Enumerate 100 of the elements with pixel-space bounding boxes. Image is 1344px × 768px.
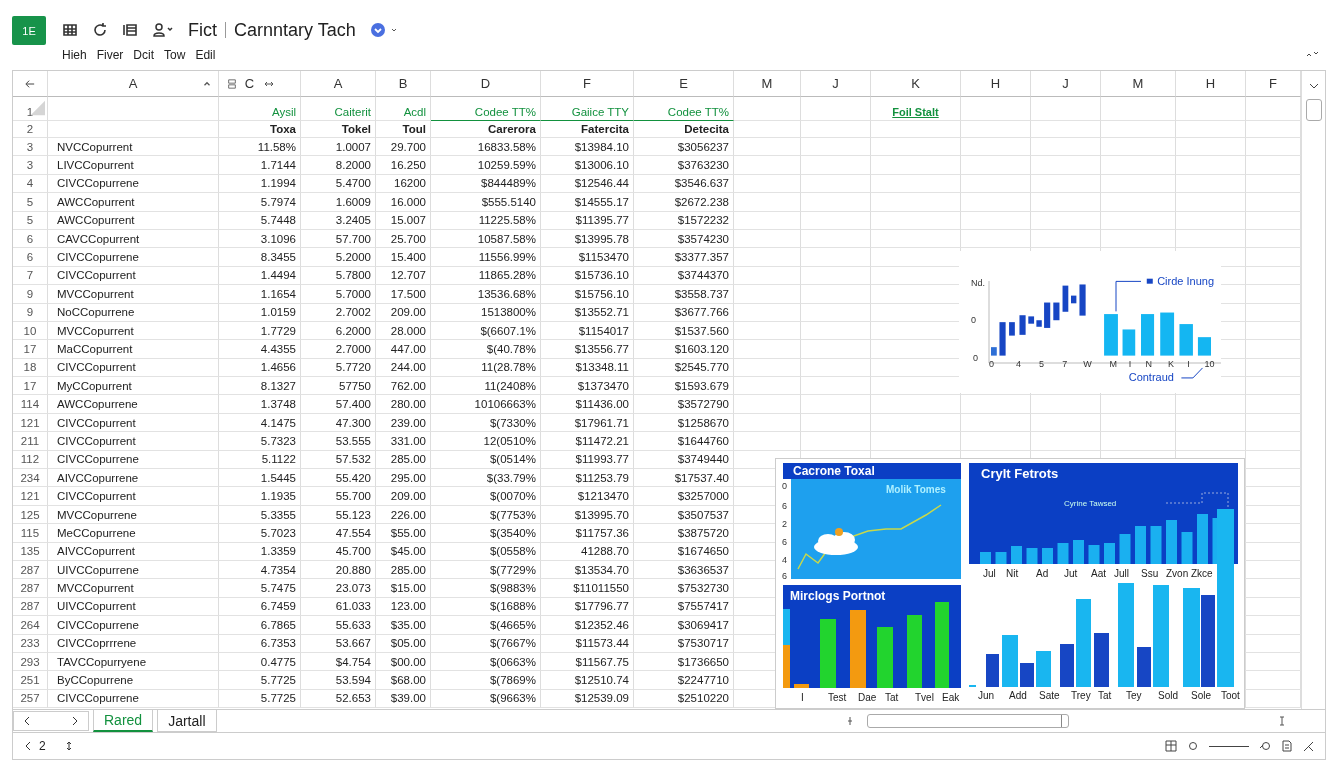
empty-cell — [1031, 174, 1101, 194]
column-header[interactable]: F — [583, 76, 591, 91]
bar — [1141, 314, 1155, 356]
collapse-icon[interactable] — [1306, 50, 1320, 58]
menu-item[interactable]: Hieh — [62, 48, 87, 62]
table-cell: $7532730 — [677, 582, 729, 595]
column-header[interactable]: H — [990, 76, 1001, 91]
empty-cell — [1031, 229, 1101, 249]
table-cell: $1258670 — [677, 416, 729, 429]
table-cell: $12546.44 — [574, 177, 629, 190]
row-number: 17 — [23, 343, 37, 355]
table-cell: 5.1122 — [261, 453, 296, 466]
table-cell: 13536.68% — [477, 287, 536, 300]
axis-label: I — [1187, 359, 1190, 370]
menu-item[interactable]: Tow — [164, 48, 186, 62]
table-cell: 5.7800 — [335, 269, 371, 282]
pen-icon[interactable] — [1303, 740, 1315, 752]
caret-icon[interactable] — [389, 26, 398, 34]
sheet-tab[interactable]: Rared — [93, 710, 154, 732]
panel-title: Cacrone Toxal — [793, 464, 875, 478]
column-header[interactable]: K — [911, 76, 920, 91]
column-header[interactable]: J — [832, 76, 839, 91]
empty-cell — [1031, 211, 1101, 230]
chevron-right-icon[interactable] — [70, 716, 80, 726]
table-cell: AWCCopurrent — [57, 214, 135, 227]
row-number: 4 — [26, 177, 34, 190]
table-cell: 5.7725 — [260, 692, 296, 705]
table-cell: $3744370 — [677, 269, 729, 282]
table-cell: 16833.58% — [477, 140, 536, 153]
table-cell: ByCCopurrene — [57, 674, 134, 686]
scrollbar-thumb[interactable] — [1305, 99, 1322, 121]
bar — [1094, 633, 1109, 687]
zoom-icon[interactable] — [1259, 740, 1271, 752]
table-cell: 55.700 — [335, 490, 371, 503]
bar — [999, 322, 1006, 356]
table-cell: $(7753% — [489, 508, 536, 521]
row-number: 121 — [20, 416, 40, 429]
menu-item[interactable]: Edil — [195, 48, 216, 62]
column-header[interactable]: M — [1132, 76, 1144, 91]
filter-icon[interactable] — [227, 78, 237, 89]
table-cell: $2247710 — [677, 674, 729, 686]
bar — [1073, 540, 1084, 564]
table-cell: 5.7475 — [260, 582, 296, 595]
row-number: 234 — [20, 471, 40, 484]
menu-item[interactable]: Fiver — [96, 48, 124, 62]
column-header[interactable]: H — [1205, 76, 1216, 91]
empty-cell — [961, 211, 1031, 230]
refresh-icon[interactable] — [92, 22, 108, 38]
table-cell: $11757.36 — [575, 526, 629, 539]
app-logo[interactable]: 1E — [12, 16, 46, 45]
axis-label: I — [1128, 359, 1132, 370]
table-cell: $(0558% — [489, 545, 536, 558]
column-header[interactable]: D — [480, 76, 491, 91]
table-cell: 1.1654 — [260, 287, 296, 300]
app-name: Fict — [188, 19, 217, 41]
table-cell: 1.7144 — [260, 159, 296, 172]
list-icon[interactable] — [122, 22, 138, 38]
page-layout-icon[interactable] — [1165, 740, 1177, 752]
table-cell: $13995.70 — [574, 508, 629, 521]
empty-cell — [801, 358, 871, 378]
menu-item[interactable]: Dcit — [133, 48, 155, 62]
table-cell: 1.3748 — [260, 398, 296, 411]
table-cell: $1736650 — [677, 655, 729, 668]
sheet-tab[interactable]: Jartall — [157, 710, 217, 732]
table-cell: $3056237 — [677, 140, 729, 153]
column-header[interactable]: C — [244, 76, 255, 91]
column-header[interactable]: M — [761, 76, 773, 91]
bar — [1137, 647, 1151, 687]
chevron-left-icon[interactable] — [23, 741, 33, 751]
column-header[interactable]: A — [333, 76, 343, 91]
axis-label: 0 — [989, 359, 995, 370]
bar — [991, 347, 997, 356]
column-header[interactable]: J — [1062, 76, 1069, 91]
back-arrow-icon[interactable] — [25, 78, 35, 89]
chevron-left-icon[interactable] — [22, 716, 32, 726]
table-cell: 4.1475 — [260, 416, 296, 429]
table-cell: CIVCCopurrene — [57, 177, 139, 190]
empty-cell — [961, 156, 1031, 175]
column-header[interactable]: B — [398, 76, 408, 91]
empty-cell — [801, 248, 871, 267]
document-title: Carnntary Tach — [234, 19, 356, 41]
zoom-slider-thumb-icon[interactable] — [1187, 740, 1199, 752]
chevron-down-icon[interactable] — [1308, 81, 1319, 91]
table-cell: $11253.79 — [575, 471, 629, 484]
axis-label: Sole — [1191, 690, 1211, 701]
table-cell: $13006.10 — [574, 159, 629, 172]
document-icon[interactable] — [1281, 740, 1293, 752]
column-header[interactable]: F — [1269, 76, 1277, 91]
empty-cell — [801, 266, 871, 286]
person-icon[interactable] — [152, 22, 174, 38]
grid-icon[interactable] — [62, 22, 78, 38]
column-header[interactable]: A — [128, 76, 138, 91]
sheet-link[interactable]: Foil Stalt — [892, 106, 939, 118]
column-header[interactable]: E — [679, 76, 688, 91]
axis-label: Ssu — [1141, 568, 1159, 579]
table-cell: Toul — [402, 123, 426, 135]
download-icon[interactable] — [369, 22, 386, 38]
table-cell: 8.3455 — [260, 251, 296, 264]
horizontal-scrollbar[interactable] — [866, 714, 1069, 728]
empty-cell — [1176, 229, 1246, 249]
